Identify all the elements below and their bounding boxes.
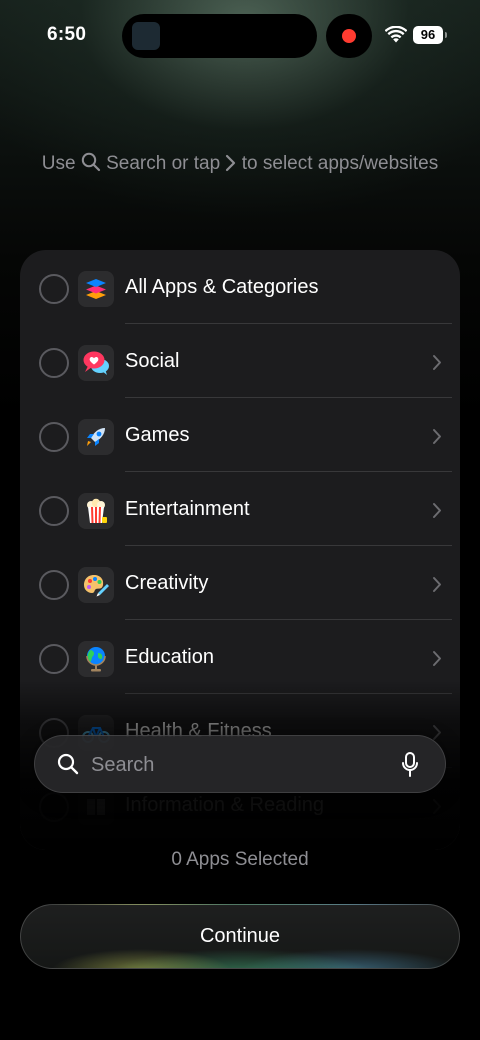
instruction-hint: Use Search or tap to select apps/website… [0, 152, 480, 175]
chevron-right-icon[interactable] [432, 724, 442, 741]
selection-radio[interactable] [39, 644, 69, 674]
search-input[interactable] [91, 748, 391, 782]
chevron-right-icon[interactable] [432, 428, 442, 445]
selection-radio[interactable] [39, 792, 69, 822]
category-label: Entertainment [125, 498, 250, 520]
speech-bubble-heart-icon [78, 345, 114, 381]
list-item-creativity[interactable]: Creativity [20, 546, 460, 620]
chevron-right-icon[interactable] [432, 502, 442, 519]
category-label: All Apps & Categories [125, 276, 319, 298]
screen-recording-indicator[interactable] [326, 14, 372, 58]
wifi-icon [385, 26, 407, 43]
list-item-entertainment[interactable]: Entertainment [20, 472, 460, 546]
palette-icon [78, 567, 114, 603]
chevron-right-icon [226, 154, 236, 172]
chevron-right-icon[interactable] [432, 354, 442, 371]
hint-search-word: Search [106, 153, 167, 174]
search-icon [57, 753, 79, 775]
status-time: 6:50 [47, 24, 87, 45]
battery-indicator: 96 [413, 26, 447, 44]
category-label: Education [125, 646, 214, 668]
popcorn-icon [78, 493, 114, 529]
record-dot-icon [342, 29, 356, 43]
selection-radio[interactable] [39, 422, 69, 452]
selection-count: 0 Apps Selected [171, 849, 309, 870]
list-item-education[interactable]: Education [20, 620, 460, 694]
rocket-icon [78, 419, 114, 455]
hint-middle: or tap [171, 153, 221, 174]
chevron-right-icon[interactable] [432, 798, 442, 815]
chevron-right-icon[interactable] [432, 650, 442, 667]
list-item-social[interactable]: Social [20, 324, 460, 398]
category-label: Creativity [125, 572, 209, 594]
search-bar[interactable] [34, 735, 446, 793]
continue-button[interactable]: Continue [20, 904, 460, 969]
book-icon [78, 789, 114, 825]
selection-radio[interactable] [39, 570, 69, 600]
selection-radio[interactable] [39, 496, 69, 526]
hint-prefix: Use [41, 153, 76, 174]
hint-suffix: to select apps/websites [241, 153, 439, 174]
search-icon [81, 152, 100, 172]
stack-layers-icon [78, 271, 114, 307]
dynamic-island [122, 14, 317, 58]
island-app-thumbnail [132, 22, 160, 50]
screen: 6:50 96 Use Search or tap to select apps… [0, 0, 480, 1040]
chevron-right-icon[interactable] [432, 576, 442, 593]
category-label: Games [125, 424, 190, 446]
globe-icon [78, 641, 114, 677]
category-label: Social [125, 350, 180, 372]
list-item-all-apps[interactable]: All Apps & Categories [20, 250, 460, 324]
selection-radio[interactable] [39, 274, 69, 304]
list-item-games[interactable]: Games [20, 398, 460, 472]
microphone-icon[interactable] [401, 751, 419, 779]
category-label: Information & Reading [125, 794, 325, 816]
selection-radio[interactable] [39, 348, 69, 378]
